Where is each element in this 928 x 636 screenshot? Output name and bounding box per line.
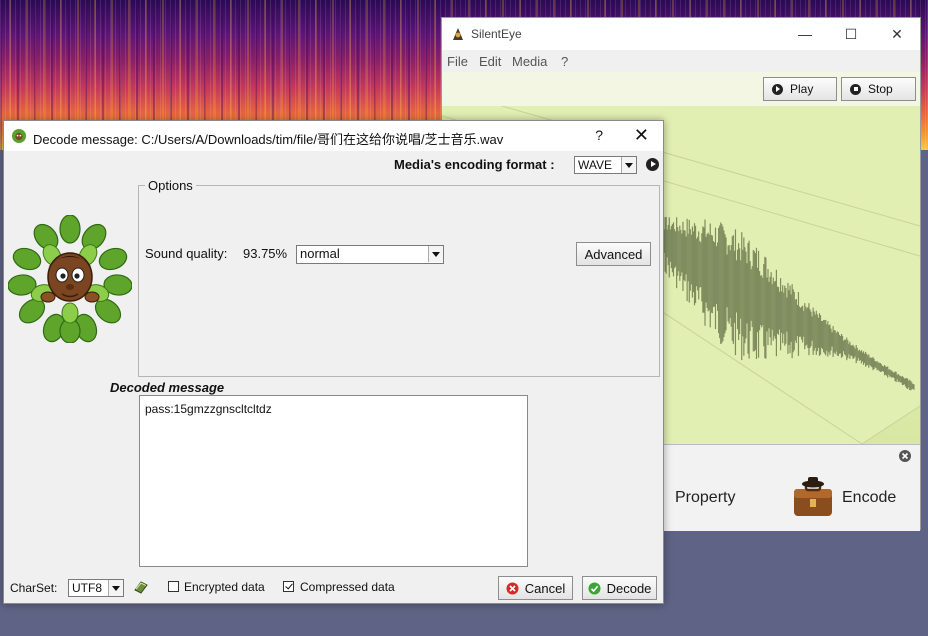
- menu-file[interactable]: File: [447, 54, 468, 69]
- format-apply-icon[interactable]: [646, 158, 659, 171]
- menu-media[interactable]: Media: [512, 54, 547, 69]
- compressed-data-checkbox[interactable]: [283, 581, 294, 592]
- encode-briefcase-icon[interactable]: [791, 475, 835, 519]
- quality-mode-value: normal: [300, 246, 340, 261]
- encoding-format-value: WAVE: [578, 158, 613, 172]
- play-icon: [772, 83, 783, 95]
- silenteye-app-icon: [453, 28, 463, 40]
- property-button[interactable]: Property: [675, 489, 735, 507]
- panel-close-icon[interactable]: [898, 449, 912, 463]
- decoded-message-label: Decoded message: [110, 380, 225, 395]
- decode-label: Decode: [606, 580, 652, 596]
- encrypted-data-checkbox[interactable]: [168, 581, 179, 592]
- chevron-down-icon: [621, 157, 636, 173]
- decode-button[interactable]: Decode: [582, 576, 657, 600]
- cancel-button[interactable]: Cancel: [498, 576, 573, 600]
- cancel-label: Cancel: [524, 580, 566, 596]
- stop-icon: [850, 83, 861, 95]
- stop-label: Stop: [868, 82, 893, 96]
- play-label: Play: [790, 82, 814, 96]
- quality-mode-select[interactable]: normal: [296, 245, 444, 264]
- encode-button[interactable]: Encode: [842, 489, 896, 507]
- main-titlebar: SilentEye — ☐ ✕: [442, 18, 920, 50]
- compressed-data-label: Compressed data: [300, 580, 395, 594]
- dialog-titlebar: Decode message: C:/Users/A/Downloads/tim…: [4, 121, 663, 151]
- options-group: [138, 185, 660, 377]
- menu-edit[interactable]: Edit: [479, 54, 501, 69]
- play-button[interactable]: Play: [763, 77, 837, 101]
- menu-help[interactable]: ?: [561, 54, 568, 69]
- decode-dialog: Decode message: C:/Users/A/Downloads/tim…: [3, 120, 664, 604]
- charset-book-icon[interactable]: [133, 578, 149, 594]
- sound-quality-label: Sound quality:: [145, 246, 228, 261]
- options-legend: Options: [145, 178, 196, 193]
- help-button[interactable]: ?: [595, 127, 603, 143]
- checkmark-icon: [588, 582, 601, 594]
- charset-select[interactable]: UTF8: [68, 579, 124, 597]
- charset-value: UTF8: [72, 581, 102, 595]
- encoding-format-label: Media's encoding format :: [394, 157, 555, 172]
- dialog-app-icon: [12, 129, 26, 143]
- sound-quality-value: 93.75%: [243, 246, 288, 261]
- encoding-format-select[interactable]: WAVE: [574, 156, 637, 174]
- chevron-down-icon: [428, 246, 443, 262]
- chevron-down-icon: [108, 580, 123, 596]
- minimize-button[interactable]: —: [782, 18, 828, 50]
- charset-label: CharSet:: [10, 581, 58, 595]
- advanced-label: Advanced: [584, 246, 643, 262]
- close-window-button[interactable]: ✕: [874, 18, 920, 50]
- stop-button[interactable]: Stop: [841, 77, 916, 101]
- menubar: File Edit Media ?: [442, 50, 920, 72]
- decoded-message-textarea[interactable]: pass:15gmzzgnscltcltdz: [139, 395, 528, 567]
- decoded-message-text: pass:15gmzzgnscltcltdz: [145, 402, 272, 416]
- advanced-button[interactable]: Advanced: [576, 242, 651, 266]
- cancel-icon: [506, 582, 519, 594]
- player-toolbar: Play Stop: [442, 72, 920, 106]
- dialog-close-button[interactable]: ✕: [634, 125, 649, 146]
- maximize-button[interactable]: ☐: [828, 18, 874, 50]
- mascot-logo: [8, 215, 132, 343]
- encrypted-data-label: Encrypted data: [184, 580, 265, 594]
- main-window-title: SilentEye: [471, 27, 522, 41]
- dialog-title: Decode message: C:/Users/A/Downloads/tim…: [33, 132, 504, 147]
